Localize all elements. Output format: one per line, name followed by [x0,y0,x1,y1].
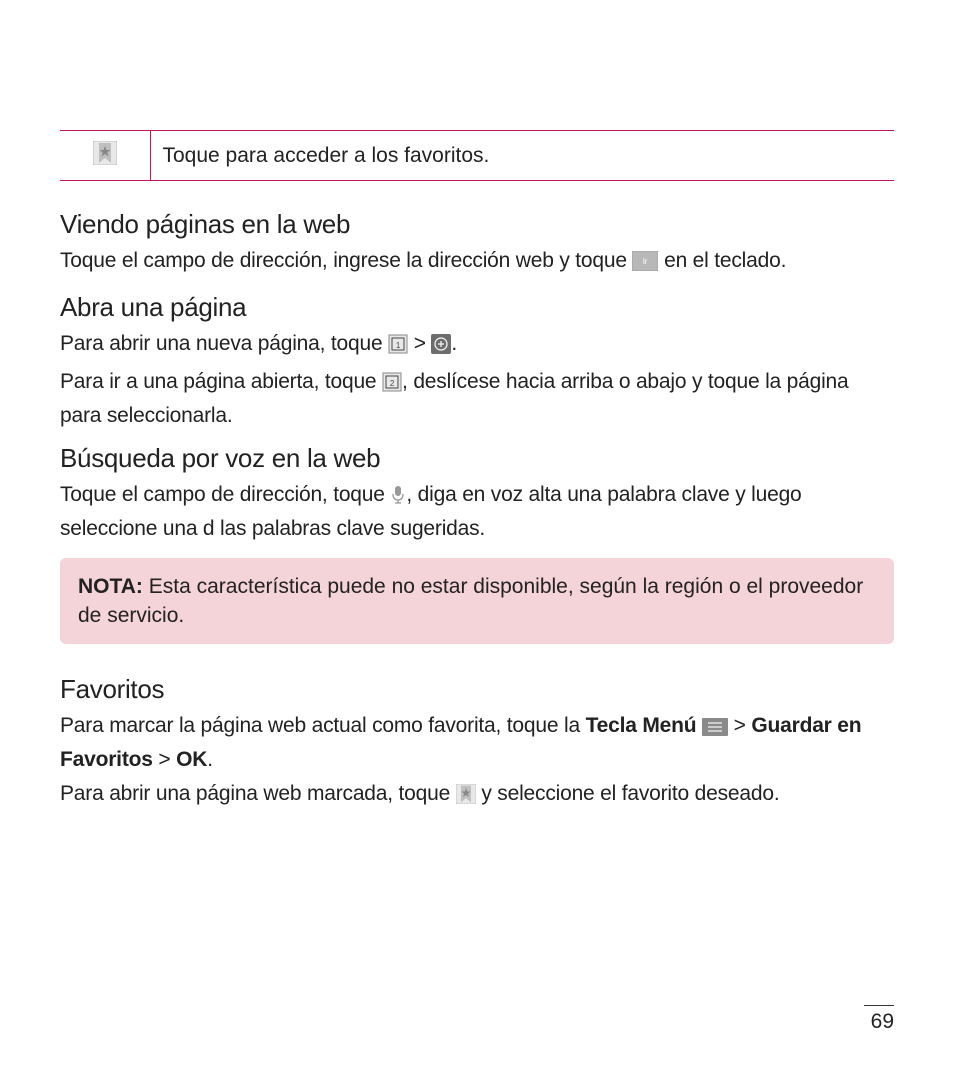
text: Para abrir una página web marcada, toque [60,782,456,805]
menu-key-icon [702,715,728,745]
tab-1-icon: 1 [388,333,408,363]
manual-page: Toque para acceder a los favoritos. Vien… [0,0,954,813]
separator-gt: > [408,332,431,355]
para-fav-2: Para abrir una página web marcada, toque… [60,779,894,813]
note-text: Esta característica puede no estar dispo… [78,575,863,627]
text: y seleccione el favorito deseado. [476,782,780,805]
text: Toque el campo de dirección, ingrese la … [60,249,632,272]
text: Para ir a una página abierta, toque [60,370,382,393]
page-number: 69 [864,1005,894,1034]
note-label: NOTA: [78,575,143,598]
heading-abra-pagina: Abra una página [60,292,894,323]
text: Toque el campo de dirección, toque [60,483,390,506]
heading-busqueda-voz: Búsqueda por voz en la web [60,443,894,474]
favorites-access-text: Toque para acceder a los favoritos. [150,131,894,181]
text: . [451,332,457,355]
tab-2-icon: 2 [382,371,402,401]
separator-gt: > [153,748,176,771]
para-viendo: Toque el campo de dirección, ingrese la … [60,246,894,280]
svg-text:Ir: Ir [643,257,648,266]
text: en el teclado. [658,249,786,272]
star-bookmark-icon [93,141,117,170]
note-box: NOTA: Esta característica puede no estar… [60,558,894,644]
plus-circle-icon [431,333,451,363]
microphone-icon [390,484,406,514]
bold-tecla-menu: Tecla Menú [586,714,697,737]
para-abra-2: Para ir a una página abierta, toque 2, d… [60,367,894,431]
para-fav-1: Para marcar la página web actual como fa… [60,711,894,775]
heading-favoritos: Favoritos [60,674,894,705]
favorites-icon-cell [60,131,150,181]
text: Para abrir una nueva página, toque [60,332,388,355]
star-bookmark-icon [456,783,476,813]
text: Para marcar la página web actual como fa… [60,714,586,737]
text: . [207,748,213,771]
para-voz: Toque el campo de dirección, toque , dig… [60,480,894,544]
bold-ok: OK [176,748,207,771]
separator-gt: > [728,714,751,737]
heading-viendo-paginas: Viendo páginas en la web [60,209,894,240]
favorites-access-box: Toque para acceder a los favoritos. [60,130,894,181]
para-abra-1: Para abrir una nueva página, toque 1 > . [60,329,894,363]
go-key-icon: Ir [632,250,658,280]
